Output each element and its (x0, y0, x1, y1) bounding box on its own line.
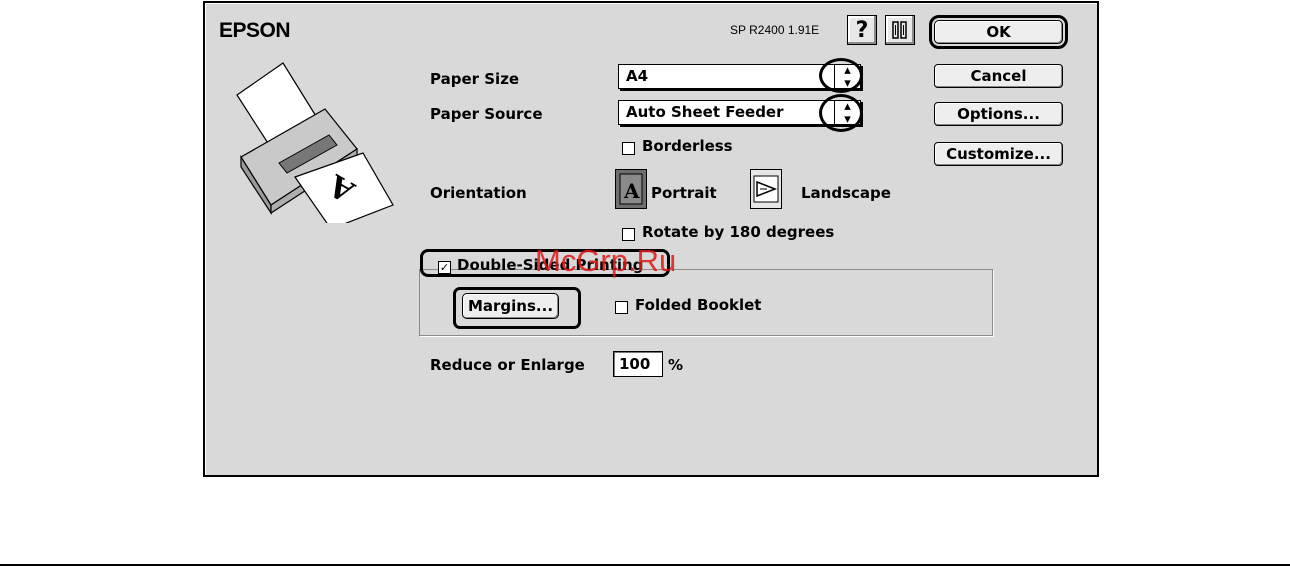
percent-unit: % (668, 356, 684, 374)
page-setup-dialog: EPSON SP R2400 1.91E ? OK Cancel Options… (203, 1, 1099, 477)
printer-illustration: A (236, 62, 394, 223)
rotate-label: Rotate by 180 degrees (642, 223, 835, 241)
borderless-checkbox[interactable] (622, 142, 635, 155)
ok-button[interactable]: OK (929, 15, 1068, 49)
reduce-enlarge-label: Reduce or Enlarge (430, 356, 585, 374)
watermark: McGrp.Ru (535, 243, 677, 278)
rotate-checkbox[interactable] (622, 228, 635, 241)
epson-logo: EPSON (219, 19, 291, 42)
orientation-label: Orientation (430, 184, 527, 202)
landscape-icon[interactable] (750, 169, 782, 209)
wrench-icon (892, 21, 907, 39)
highlight-ring (819, 94, 863, 132)
driver-version: SP R2400 1.91E (730, 23, 820, 37)
borderless-label: Borderless (642, 137, 733, 155)
cancel-button[interactable]: Cancel (934, 64, 1063, 88)
help-icon[interactable]: ? (847, 15, 877, 45)
portrait-page-icon: A (619, 173, 643, 205)
folded-booklet-checkbox[interactable] (615, 301, 628, 314)
highlight-ring (819, 58, 863, 93)
paper-size-value: A4 (626, 67, 649, 85)
paper-source-label: Paper Source (430, 105, 543, 123)
tools-icon[interactable] (885, 15, 915, 45)
options-button[interactable]: Options... (934, 102, 1063, 126)
svg-text:A: A (623, 179, 640, 203)
reduce-enlarge-input[interactable]: 100 (613, 351, 663, 377)
paper-source-value: Auto Sheet Feeder (626, 103, 784, 121)
paper-size-label: Paper Size (430, 70, 520, 88)
folded-booklet-label: Folded Booklet (635, 296, 762, 314)
landscape-page-icon (753, 175, 779, 203)
customize-button[interactable]: Customize... (934, 142, 1063, 166)
portrait-label[interactable]: Portrait (651, 184, 717, 202)
landscape-label[interactable]: Landscape (801, 184, 891, 202)
help-glyph: ? (855, 17, 869, 43)
portrait-icon[interactable]: A (615, 169, 647, 209)
highlight-ring (453, 287, 581, 329)
